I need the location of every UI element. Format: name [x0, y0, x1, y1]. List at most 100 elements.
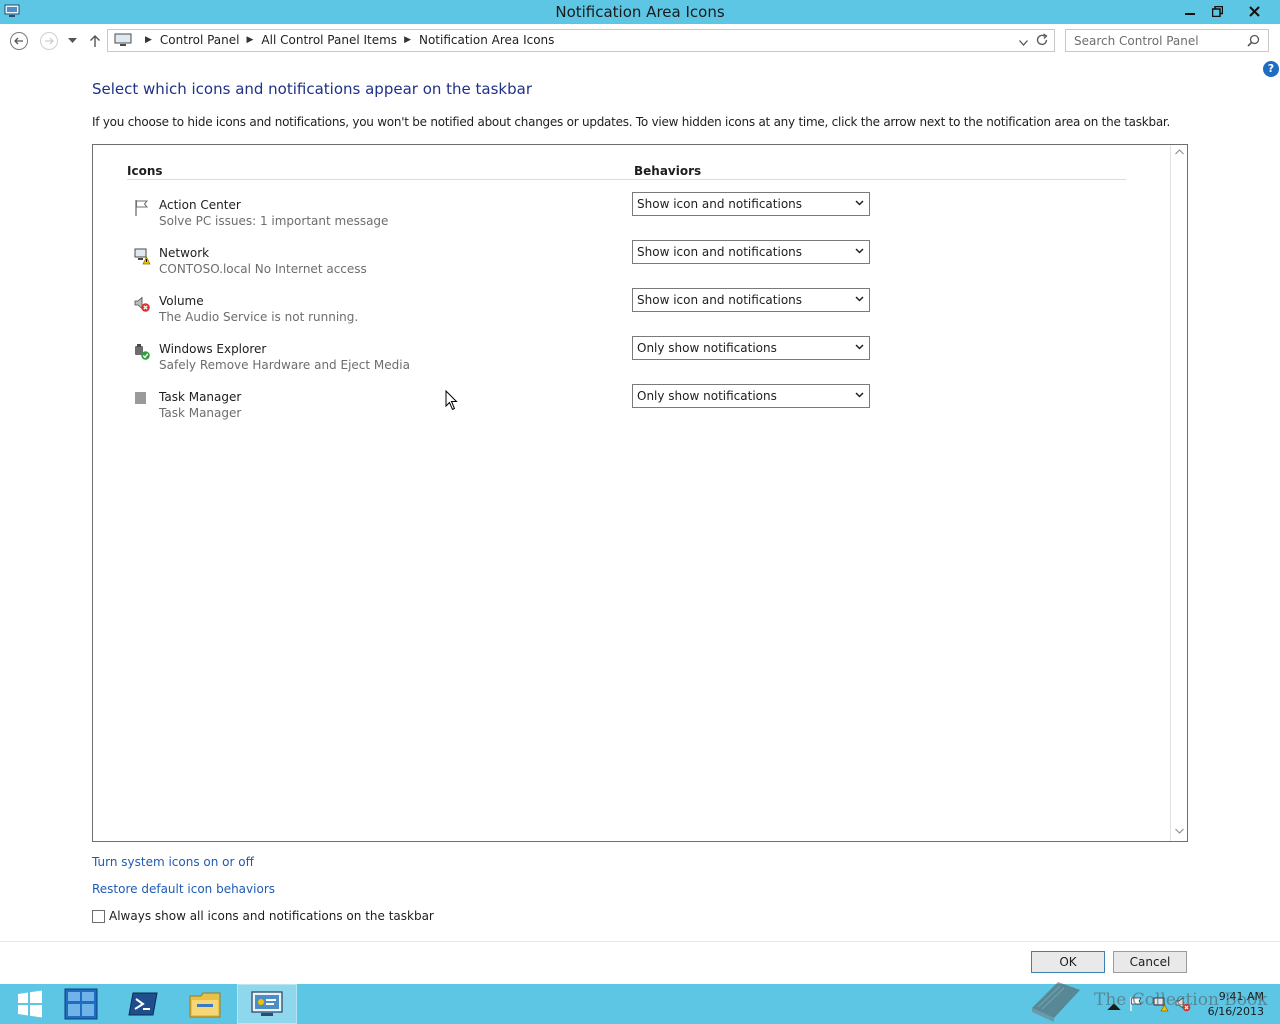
control-panel-icon — [251, 991, 283, 1016]
restore-button[interactable] — [1204, 0, 1230, 22]
network-warning-icon — [134, 248, 151, 265]
item-name: Windows Explorer — [159, 342, 267, 356]
title-bar: Notification Area Icons — [0, 0, 1280, 24]
computer-icon — [114, 33, 132, 46]
forward-button[interactable] — [39, 31, 59, 51]
start-icon — [18, 990, 42, 1018]
breadcrumb-separator-icon[interactable]: ▶ — [247, 35, 254, 45]
task-manager-icon — [135, 392, 146, 404]
taskbar-file-explorer[interactable] — [175, 984, 235, 1024]
item-detail: Task Manager — [159, 406, 242, 420]
close-button[interactable] — [1240, 0, 1268, 22]
behavior-select[interactable]: Show icon and notifications — [632, 192, 870, 216]
list-item-volume: Volume The Audio Service is not running.… — [93, 288, 1153, 342]
chevron-down-icon — [855, 200, 864, 206]
volume-error-icon — [134, 296, 150, 312]
item-name: Action Center — [159, 198, 241, 212]
cancel-button[interactable]: Cancel — [1113, 951, 1187, 973]
refresh-icon — [1036, 33, 1048, 46]
watermark-text: The Collection Book — [1094, 990, 1268, 1010]
item-name: Volume — [159, 294, 204, 308]
scroll-down-button[interactable] — [1171, 824, 1188, 841]
close-icon — [1248, 5, 1260, 17]
item-detail: CONTOSO.local No Internet access — [159, 262, 367, 276]
breadcrumb-separator-icon[interactable]: ▶ — [145, 35, 152, 45]
page-title: Select which icons and notifications app… — [92, 80, 532, 98]
server-manager-icon — [64, 988, 98, 1020]
behavior-value: Show icon and notifications — [637, 197, 803, 211]
help-icon: ? — [1267, 62, 1275, 75]
chevron-down-icon — [855, 296, 864, 302]
footer-divider — [0, 941, 1280, 942]
behavior-value: Only show notifications — [637, 341, 777, 355]
scroll-up-button[interactable] — [1171, 145, 1188, 162]
back-button[interactable] — [9, 31, 29, 51]
chevron-down-icon — [1019, 40, 1028, 46]
help-button[interactable]: ? — [1263, 61, 1279, 77]
always-show-option[interactable]: Always show all icons and notifications … — [92, 909, 434, 923]
taskbar-control-panel[interactable] — [237, 984, 297, 1024]
window-title: Notification Area Icons — [555, 3, 725, 21]
back-arrow-icon — [10, 32, 28, 50]
address-bar[interactable]: ▶ Control Panel ▶ All Control Panel Item… — [107, 29, 1055, 52]
taskbar-powershell[interactable] — [113, 984, 173, 1024]
chevron-down-icon — [855, 392, 864, 398]
search-box[interactable] — [1065, 29, 1269, 52]
always-show-label[interactable]: Always show all icons and notifications … — [109, 909, 434, 923]
item-name: Task Manager — [159, 390, 242, 404]
column-header-behaviors: Behaviors — [634, 164, 702, 178]
behavior-value: Show icon and notifications — [637, 293, 803, 307]
behavior-select[interactable]: Show icon and notifications — [632, 288, 870, 312]
list-item-task-manager: Task Manager Task Manager Only show noti… — [93, 384, 1153, 438]
turn-system-icons-link[interactable]: Turn system icons on or off — [92, 855, 254, 869]
address-dropdown-button[interactable] — [1019, 35, 1028, 49]
breadcrumb-all-items[interactable]: All Control Panel Items — [261, 33, 397, 47]
safely-remove-icon — [135, 344, 150, 360]
forward-arrow-icon — [40, 32, 58, 50]
chevron-down-icon — [855, 248, 864, 254]
search-input[interactable] — [1074, 31, 1244, 51]
up-arrow-icon — [90, 35, 100, 47]
behavior-value: Show icon and notifications — [637, 245, 803, 259]
page-description: If you choose to hide icons and notifica… — [92, 115, 1171, 129]
book-logo-icon — [1032, 982, 1080, 1022]
item-detail: The Audio Service is not running. — [159, 310, 359, 324]
list-item-action-center: Action Center Solve PC issues: 1 importa… — [93, 192, 1153, 246]
restore-icon — [1211, 5, 1223, 17]
behavior-select[interactable]: Only show notifications — [632, 384, 870, 408]
item-detail: Solve PC issues: 1 important message — [159, 214, 389, 228]
chevron-down-icon — [1175, 828, 1184, 834]
behavior-select[interactable]: Show icon and notifications — [632, 240, 870, 264]
item-detail: Safely Remove Hardware and Eject Media — [159, 358, 410, 372]
behavior-value: Only show notifications — [637, 389, 777, 403]
up-button[interactable] — [87, 32, 103, 50]
item-name: Network — [159, 246, 210, 260]
notification-icons-list[interactable]: Icons Behaviors Action Center Solve PC i… — [92, 144, 1188, 842]
breadcrumb-current[interactable]: Notification Area Icons — [419, 33, 554, 47]
breadcrumb-separator-icon[interactable]: ▶ — [404, 35, 411, 45]
always-show-checkbox[interactable] — [92, 909, 105, 923]
vertical-scrollbar[interactable] — [1170, 145, 1187, 841]
list-item-network: Network CONTOSO.local No Internet access… — [93, 240, 1153, 294]
chevron-down-icon — [855, 344, 864, 350]
recent-locations-dropdown[interactable] — [66, 35, 78, 47]
watermark: The Collection Book — [1028, 976, 1268, 1024]
restore-default-behaviors-link[interactable]: Restore default icon behaviors — [92, 882, 275, 896]
breadcrumb-control-panel[interactable]: Control Panel — [160, 33, 240, 47]
file-explorer-icon — [189, 992, 221, 1018]
mouse-cursor-icon — [445, 390, 458, 411]
flag-icon — [135, 200, 149, 216]
refresh-button[interactable] — [1035, 33, 1049, 50]
column-header-icons: Icons — [127, 164, 163, 178]
ok-button[interactable]: OK — [1031, 951, 1105, 973]
taskbar-server-manager[interactable] — [51, 984, 111, 1024]
minimize-button[interactable] — [1177, 0, 1203, 22]
minimize-icon — [1185, 13, 1195, 15]
powershell-icon — [128, 992, 158, 1016]
header-divider — [127, 179, 1126, 180]
chevron-down-icon — [67, 38, 77, 43]
breadcrumb: ▶ Control Panel ▶ All Control Panel Item… — [114, 33, 554, 47]
search-icon[interactable] — [1247, 34, 1260, 50]
behavior-select[interactable]: Only show notifications — [632, 336, 870, 360]
list-item-windows-explorer: Windows Explorer Safely Remove Hardware … — [93, 336, 1153, 390]
